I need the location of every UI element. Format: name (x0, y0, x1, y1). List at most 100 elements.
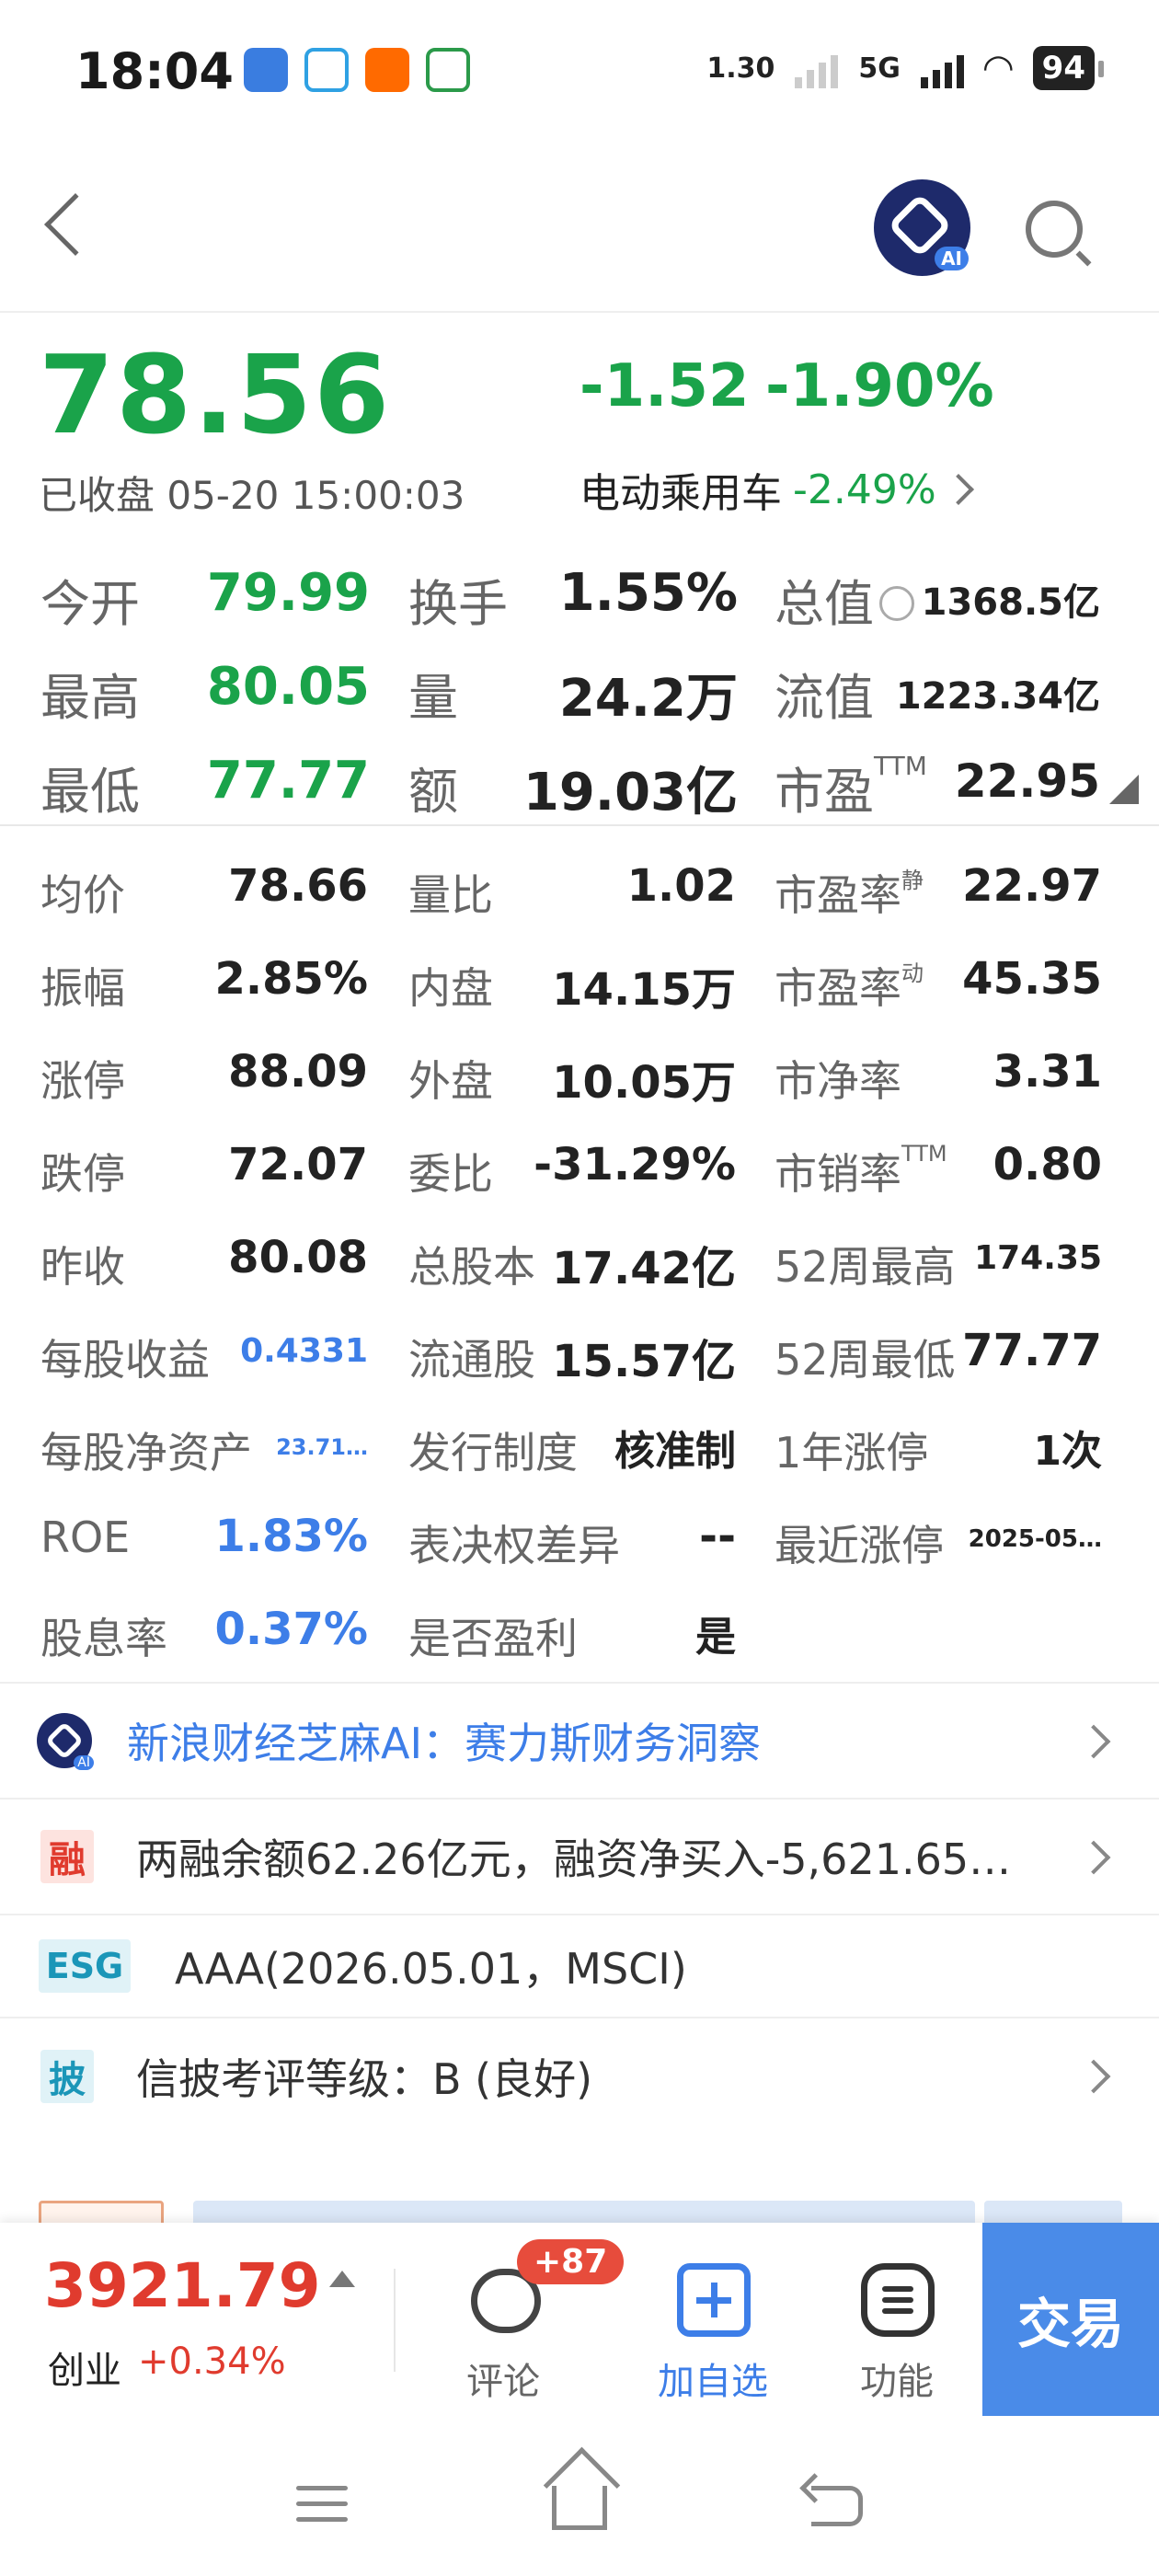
detail-label: 振幅 (40, 963, 125, 1013)
esg-text: AAA(2026.05.01，MSCI) (175, 1944, 687, 1994)
ai-insight-row[interactable]: AI 新浪财经芝麻AI：赛力斯财务洞察 (0, 1682, 1159, 1798)
stat-label: 总值 (775, 575, 874, 633)
stat-label: 市盈 (775, 763, 874, 821)
detail-label: 流通股 (408, 1335, 535, 1385)
stat-value: 80.05 (206, 657, 370, 717)
ai-logo-icon: AI (37, 1713, 94, 1770)
detail-label: 市盈率 (775, 963, 901, 1013)
bottom-action-bar: 3921.79 创业 +0.34% +87 评论 加自选 功能 交易 (0, 2223, 1159, 2416)
margin-row[interactable]: 融 两融余额62.26亿元，融资净买入-5,621.65… (0, 1798, 1159, 1914)
esg-badge: ESG (39, 1939, 131, 1993)
battery-indicator: 94 (1032, 46, 1105, 90)
detail-label: 委比 (408, 1149, 493, 1199)
detail-label: 外盘 (408, 1056, 493, 1106)
stat-value: 1368.5亿 (921, 581, 1100, 624)
detail-value: 核准制 (614, 1428, 736, 1475)
sector-change: -2.49% (793, 466, 936, 513)
detail-value: 10.05万 (552, 1057, 736, 1109)
app-notification-icon (426, 48, 470, 92)
wifi-icon: ◠ (983, 47, 1013, 89)
detail-label: 每股收益 (40, 1335, 210, 1385)
ai-logo-icon[interactable]: AI (874, 179, 970, 276)
detail-label: 52周最低 (775, 1335, 956, 1385)
add-watchlist-icon (677, 2263, 751, 2337)
notification-icons (244, 48, 470, 92)
stat-label: 流值 (775, 669, 874, 727)
stat-value: 22.95 (954, 754, 1100, 808)
esg-row: ESG AAA(2026.05.01，MSCI) (0, 1914, 1159, 2017)
market-status: 已收盘 05-20 15:00:03 (39, 473, 465, 518)
detail-value: -31.29% (534, 1139, 736, 1190)
detail-value: 1.83% (214, 1511, 368, 1562)
ai-insight-text: 新浪财经芝麻AI：赛力斯财务洞察 (127, 1719, 762, 1768)
detail-row: 每股收益 0.4331 流通股 15.57亿 52周最低 77.77 (0, 1306, 1159, 1399)
sector-name: 电动乘用车 (580, 470, 782, 517)
detail-value: 88.09 (228, 1046, 368, 1098)
detail-label: 总股本 (408, 1242, 535, 1292)
sector-link[interactable]: 电动乘用车 -2.49% (580, 460, 974, 519)
stat-label: 额 (408, 763, 458, 821)
caret-up-icon[interactable] (329, 2271, 355, 2287)
detail-label: 昨收 (40, 1242, 125, 1292)
detail-label-sup: 动 (901, 960, 924, 986)
stats-row: 今开 79.99 换手 1.55% 总值 1368.5亿 (0, 552, 1159, 646)
detail-value: 15.57亿 (552, 1336, 736, 1387)
function-button[interactable]: 功能 (819, 2250, 975, 2403)
detail-value[interactable]: 2025-05… (969, 1525, 1102, 1553)
stat-value: 19.03亿 (522, 763, 738, 822)
detail-value: 1.02 (626, 860, 736, 912)
chevron-right-icon (1076, 1840, 1111, 1875)
disclosure-text: 信披考评等级：B (良好) (136, 2054, 593, 2104)
app-notification-icon (244, 48, 288, 92)
stat-label: 最高 (40, 669, 140, 727)
detail-value: 77.77 (962, 1325, 1102, 1376)
detail-value: 17.42亿 (552, 1243, 736, 1294)
detail-label: 发行制度 (408, 1428, 578, 1478)
detail-label: ROE (40, 1512, 131, 1562)
recent-apps-icon[interactable] (296, 2484, 348, 2524)
search-icon[interactable] (1026, 201, 1083, 258)
stat-label: 换手 (408, 575, 508, 633)
disclosure-badge: 披 (40, 2050, 94, 2103)
info-icon[interactable] (879, 586, 914, 622)
trade-button[interactable]: 交易 (982, 2223, 1159, 2416)
back-nav-icon[interactable] (811, 2486, 863, 2526)
menu-icon (861, 2263, 935, 2337)
function-label: 功能 (860, 2361, 934, 2403)
stat-label: 今开 (40, 575, 140, 633)
chevron-right-icon (942, 474, 974, 505)
expand-toggle-icon[interactable] (1109, 775, 1139, 804)
detail-label: 是否盈利 (408, 1614, 578, 1663)
detail-label: 涨停 (40, 1056, 125, 1106)
detail-label: 52周最高 (775, 1242, 956, 1292)
add-watchlist-button[interactable]: 加自选 (635, 2250, 791, 2403)
index-change: +0.34% (138, 2340, 286, 2383)
detail-label: 每股净资产 (40, 1428, 252, 1478)
network-type: 5G (858, 52, 901, 85)
index-name: 创业 (48, 2350, 121, 2392)
last-price: 78.56 (39, 331, 392, 458)
chevron-right-icon (1076, 1724, 1111, 1759)
taobao-notification-icon (365, 48, 409, 92)
app-notification-icon (304, 48, 349, 92)
detail-row: ROE 1.83% 表决权差异 -- 最近涨停 2025-05… (0, 1492, 1159, 1585)
page-header: AI (0, 147, 1159, 313)
detail-value: 78.66 (228, 860, 368, 912)
home-icon[interactable] (552, 2486, 607, 2530)
margin-badge: 融 (40, 1830, 94, 1883)
net-speed: 1.30 (706, 52, 775, 85)
comment-label: 评论 (466, 2361, 540, 2403)
stat-value: 1223.34亿 (895, 675, 1100, 718)
comment-button[interactable]: +87 评论 (425, 2239, 625, 2403)
add-watchlist-label: 加自选 (658, 2361, 768, 2403)
index-value[interactable]: 3921.79 (44, 2250, 321, 2321)
detail-value: 45.35 (962, 953, 1102, 1005)
stat-value: 1.55% (558, 563, 738, 623)
detail-value: 0.4331 (240, 1332, 368, 1370)
back-icon[interactable] (44, 193, 107, 256)
detail-value: 2.85% (214, 953, 368, 1005)
comment-count-badge: +87 (517, 2239, 625, 2284)
disclosure-row[interactable]: 披 信披考评等级：B (良好) (0, 2017, 1159, 2134)
detail-value[interactable]: 23.71… (276, 1434, 368, 1460)
info-list: AI 新浪财经芝麻AI：赛力斯财务洞察 融 两融余额62.26亿元，融资净买入-… (0, 1682, 1159, 2134)
